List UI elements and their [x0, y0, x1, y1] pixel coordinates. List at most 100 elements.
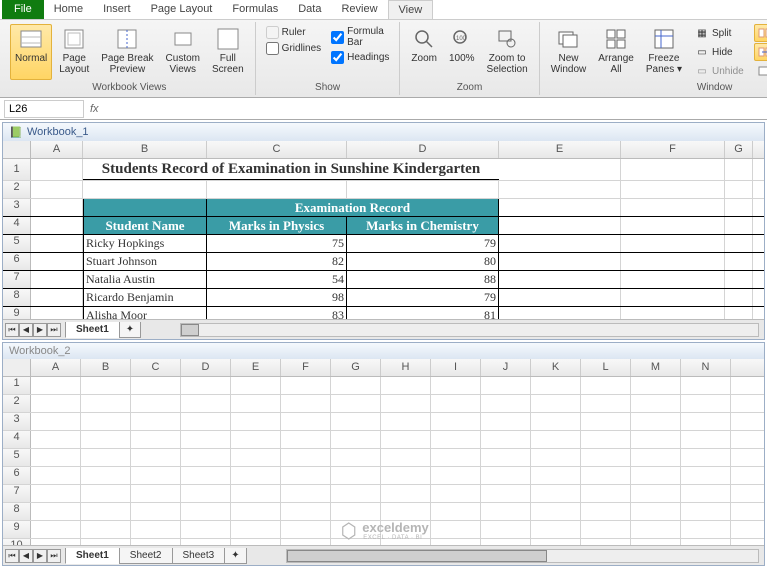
wb2-cell[interactable]: [681, 503, 731, 520]
wb2-cell[interactable]: [81, 485, 131, 502]
zoom-selection-button[interactable]: Zoom to Selection: [482, 24, 533, 80]
wb2-cell[interactable]: [631, 395, 681, 412]
wb2-cell[interactable]: [481, 413, 531, 430]
wb2-new-sheet-button[interactable]: ✦: [224, 548, 246, 564]
wb2-col-l[interactable]: L: [581, 359, 631, 376]
wb2-row-header[interactable]: 9: [3, 521, 31, 538]
wb2-cell[interactable]: [281, 485, 331, 502]
wb2-col-d[interactable]: D: [181, 359, 231, 376]
row-header-7[interactable]: 7: [3, 271, 31, 288]
col-header-c[interactable]: C: [207, 141, 347, 158]
wb2-col-c[interactable]: C: [131, 359, 181, 376]
wb2-cell[interactable]: [581, 449, 631, 466]
gridlines-check[interactable]: Gridlines: [266, 42, 321, 55]
wb2-cell[interactable]: [31, 485, 81, 502]
wb2-tab-nav-last[interactable]: ⏭: [47, 549, 61, 563]
wb2-cell[interactable]: [181, 377, 231, 394]
col-header-f[interactable]: F: [621, 141, 725, 158]
wb2-cell[interactable]: [531, 485, 581, 502]
wb2-cell[interactable]: [81, 539, 131, 545]
wb2-row-header[interactable]: 6: [3, 467, 31, 484]
wb2-cell[interactable]: [531, 377, 581, 394]
full-screen-button[interactable]: Full Screen: [207, 24, 249, 80]
row-header-8[interactable]: 8: [3, 289, 31, 306]
col-header-a[interactable]: A: [31, 141, 83, 158]
row-header-1[interactable]: 1: [3, 159, 31, 180]
col-header-g[interactable]: G: [725, 141, 753, 158]
wb2-cell[interactable]: [31, 467, 81, 484]
wb2-row-header[interactable]: 1: [3, 377, 31, 394]
wb2-cell[interactable]: [631, 413, 681, 430]
wb2-col-m[interactable]: M: [631, 359, 681, 376]
wb2-cell[interactable]: [281, 377, 331, 394]
wb2-cell[interactable]: [631, 503, 681, 520]
wb2-cell[interactable]: [81, 431, 131, 448]
wb2-col-e[interactable]: E: [231, 359, 281, 376]
wb2-cell[interactable]: [381, 449, 431, 466]
wb2-cell[interactable]: [481, 449, 531, 466]
wb2-cell[interactable]: [631, 521, 681, 538]
wb2-cell[interactable]: [631, 467, 681, 484]
wb2-cell[interactable]: [331, 431, 381, 448]
wb2-cell[interactable]: [131, 467, 181, 484]
row-header-5[interactable]: 5: [3, 235, 31, 252]
wb2-cell[interactable]: [81, 377, 131, 394]
wb2-tab-nav-first[interactable]: ⏮: [5, 549, 19, 563]
wb2-col-i[interactable]: I: [431, 359, 481, 376]
wb2-col-h[interactable]: H: [381, 359, 431, 376]
wb2-cell[interactable]: [581, 431, 631, 448]
wb2-cell[interactable]: [381, 395, 431, 412]
wb2-cell[interactable]: [181, 431, 231, 448]
wb2-cell[interactable]: [381, 467, 431, 484]
wb2-cell[interactable]: [681, 539, 731, 545]
tab-nav-next[interactable]: ▶: [33, 323, 47, 337]
wb2-select-all[interactable]: [3, 359, 31, 376]
wb2-cell[interactable]: [81, 413, 131, 430]
wb2-cell[interactable]: [331, 413, 381, 430]
tab-insert[interactable]: Insert: [93, 0, 141, 19]
formula-bar-check[interactable]: Formula Bar: [331, 26, 389, 48]
wb2-cell[interactable]: [531, 395, 581, 412]
col-header-d[interactable]: D: [347, 141, 499, 158]
wb2-cell[interactable]: [581, 413, 631, 430]
wb2-cell[interactable]: [381, 485, 431, 502]
hide-button[interactable]: ▭Hide: [691, 43, 748, 61]
wb2-cell[interactable]: [331, 377, 381, 394]
wb2-cell[interactable]: [431, 431, 481, 448]
wb2-cell[interactable]: [181, 485, 231, 502]
wb2-cell[interactable]: [131, 431, 181, 448]
wb2-cell[interactable]: [31, 539, 81, 545]
workbook-1-grid[interactable]: A B C D E F G 1 Students Record of Exami…: [3, 141, 764, 319]
wb2-cell[interactable]: [81, 395, 131, 412]
wb2-cell[interactable]: [131, 539, 181, 545]
wb2-cell[interactable]: [281, 521, 331, 538]
ruler-check[interactable]: Ruler: [266, 26, 321, 39]
tab-review[interactable]: Review: [331, 0, 387, 19]
wb2-cell[interactable]: [181, 521, 231, 538]
name-box[interactable]: [4, 100, 84, 118]
wb2-cell[interactable]: [431, 377, 481, 394]
wb2-cell[interactable]: [81, 521, 131, 538]
wb2-col-g[interactable]: G: [331, 359, 381, 376]
wb2-cell[interactable]: [431, 395, 481, 412]
wb2-cell[interactable]: [481, 503, 531, 520]
tab-data[interactable]: Data: [288, 0, 331, 19]
wb2-cell[interactable]: [681, 467, 731, 484]
wb2-cell[interactable]: [681, 485, 731, 502]
fx-icon[interactable]: fx: [90, 103, 99, 115]
row-header-2[interactable]: 2: [3, 181, 31, 198]
wb2-cell[interactable]: [631, 377, 681, 394]
wb2-cell[interactable]: [331, 467, 381, 484]
row-header-3[interactable]: 3: [3, 199, 31, 216]
freeze-panes-button[interactable]: Freeze Panes ▾: [641, 24, 687, 80]
wb2-cell[interactable]: [231, 539, 281, 545]
wb2-cell[interactable]: [581, 539, 631, 545]
sync-scroll-button[interactable]: Synchronous Scrolling: [754, 43, 767, 61]
wb2-cell[interactable]: [681, 449, 731, 466]
wb2-cell[interactable]: [681, 377, 731, 394]
wb2-row-header[interactable]: 8: [3, 503, 31, 520]
tab-page-layout[interactable]: Page Layout: [141, 0, 223, 19]
wb2-cell[interactable]: [631, 539, 681, 545]
wb2-cell[interactable]: [681, 431, 731, 448]
wb2-col-n[interactable]: N: [681, 359, 731, 376]
